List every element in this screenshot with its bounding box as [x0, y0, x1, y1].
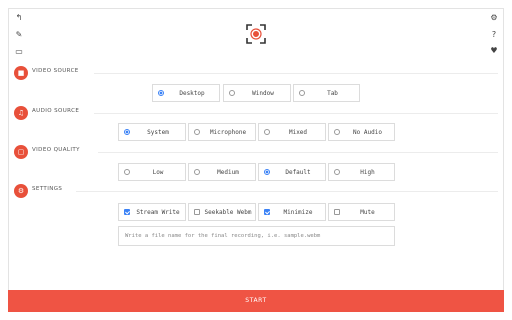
section-video-quality: ▢ VIDEO QUALITY — [10, 145, 502, 159]
option-default[interactable]: Default — [258, 163, 326, 181]
checkbox-seekable-webm[interactable] — [194, 209, 200, 215]
option-label: Stream Write — [136, 209, 180, 216]
video-source-icon: ■ — [14, 66, 28, 80]
option-microphone[interactable]: Microphone — [188, 123, 256, 141]
section-audio-source: ♫ AUDIO SOURCE — [10, 106, 502, 120]
option-mixed[interactable]: Mixed — [258, 123, 326, 141]
option-label: Tab — [327, 90, 338, 97]
option-label: Window — [252, 90, 274, 97]
gear-icon[interactable]: ⚙ — [489, 13, 499, 23]
section-label: AUDIO SOURCE — [32, 108, 80, 114]
radio-no-audio[interactable] — [334, 129, 340, 135]
section-video-source: ■ VIDEO SOURCE — [10, 66, 502, 80]
video-quality-icon: ▢ — [14, 145, 28, 159]
monitor-icon[interactable]: ▭ — [14, 47, 24, 57]
radio-tab[interactable] — [299, 90, 305, 96]
radio-microphone[interactable] — [194, 129, 200, 135]
divider — [98, 152, 498, 153]
radio-system[interactable] — [124, 129, 130, 135]
section-label: VIDEO SOURCE — [32, 68, 79, 74]
radio-window[interactable] — [229, 90, 235, 96]
app-window — [8, 8, 504, 312]
option-window[interactable]: Window — [223, 84, 291, 102]
filename-input[interactable] — [118, 226, 395, 246]
option-seekable-webm[interactable]: Seekable Webm — [188, 203, 256, 221]
option-high[interactable]: High — [328, 163, 395, 181]
option-desktop[interactable]: Desktop — [152, 84, 220, 102]
option-medium[interactable]: Medium — [188, 163, 256, 181]
option-label: Mute — [360, 209, 375, 216]
help-icon[interactable]: ? — [489, 30, 499, 40]
heart-icon[interactable]: ♥ — [489, 46, 499, 56]
option-stream-write[interactable]: Stream Write — [118, 203, 186, 221]
radio-high[interactable] — [334, 169, 340, 175]
divider — [94, 73, 498, 74]
option-label: Desktop — [179, 90, 205, 97]
music-note-icon: ♫ — [14, 106, 28, 120]
checkbox-stream-write[interactable] — [124, 209, 130, 215]
option-label: Low — [152, 169, 164, 176]
settings-gear-icon: ⚙ — [14, 184, 28, 198]
section-label: VIDEO QUALITY — [32, 147, 80, 153]
radio-desktop[interactable] — [158, 90, 164, 96]
radio-low[interactable] — [124, 169, 130, 175]
option-mute[interactable]: Mute — [328, 203, 395, 221]
radio-medium[interactable] — [194, 169, 200, 175]
option-tab[interactable]: Tab — [293, 84, 360, 102]
option-label: No Audio — [353, 129, 382, 136]
option-minimize[interactable]: Minimize — [258, 203, 326, 221]
radio-default[interactable] — [264, 169, 270, 175]
option-low[interactable]: Low — [118, 163, 186, 181]
option-label: Minimize — [283, 209, 313, 216]
option-label: System — [147, 129, 169, 136]
start-button[interactable]: START — [8, 290, 504, 312]
back-arrow-icon[interactable]: ↰ — [14, 13, 24, 23]
option-system[interactable]: System — [118, 123, 186, 141]
checkbox-mute[interactable] — [334, 209, 340, 215]
option-label: High — [360, 169, 375, 176]
option-label: Medium — [217, 169, 239, 176]
record-logo-icon — [246, 24, 266, 44]
section-settings: ⚙ SETTINGS — [10, 184, 502, 198]
radio-mixed[interactable] — [264, 129, 270, 135]
option-label: Default — [285, 169, 311, 176]
divider — [94, 113, 498, 114]
checkbox-minimize[interactable] — [264, 209, 270, 215]
option-no-audio[interactable]: No Audio — [328, 123, 395, 141]
divider — [76, 191, 498, 192]
option-label: Microphone — [209, 129, 247, 136]
pen-icon[interactable]: ✎ — [14, 30, 24, 40]
section-label: SETTINGS — [32, 186, 63, 192]
option-label: Seekable Webm — [204, 209, 252, 216]
option-label: Mixed — [288, 129, 308, 136]
